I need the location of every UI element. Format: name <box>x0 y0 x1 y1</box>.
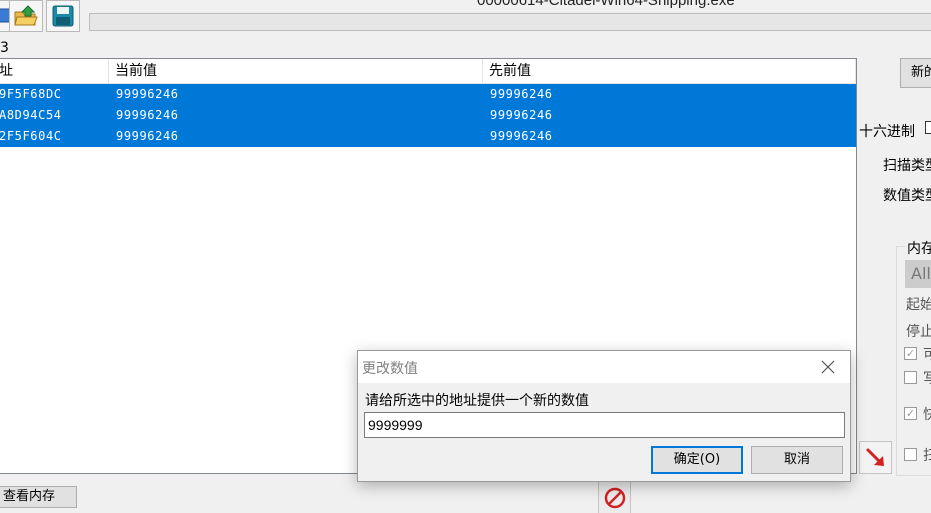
found-count: 3 <box>0 40 9 56</box>
writable-checkbox[interactable]: ✓ <box>904 347 917 360</box>
fast-scan-checkbox[interactable]: ✓ <box>904 407 917 420</box>
view-memory-button[interactable]: 查看内存 <box>0 486 77 508</box>
new-value-input[interactable] <box>364 412 845 438</box>
save-button[interactable] <box>46 0 80 32</box>
cancel-button[interactable]: 取消 <box>751 446 843 474</box>
fast-scan-label: 快 <box>923 407 931 423</box>
hex-label: 十六进制 <box>859 124 915 140</box>
value-type-label: 数值类型 <box>883 188 931 204</box>
pause-scan-label: 扫 <box>923 448 931 464</box>
stop-address-label: 停止 <box>906 324 931 340</box>
row-previous-value: 99996246 <box>490 129 553 143</box>
row-address: A8D94C54 <box>0 108 62 122</box>
copy-on-write-label: 写 <box>923 371 931 387</box>
memory-region-select[interactable]: All <box>905 260 931 288</box>
table-row[interactable]: 2F5F604C 99996246 99996246 <box>0 126 856 147</box>
open-folder-icon <box>14 5 38 26</box>
row-previous-value: 99996246 <box>490 108 553 122</box>
save-icon <box>52 5 74 27</box>
change-value-dialog: 更改数值 请给所选中的地址提供一个新的数值 确定(O) 取消 <box>357 350 851 482</box>
dialog-close-button[interactable] <box>816 355 840 379</box>
no-entry-icon <box>604 487 625 508</box>
dialog-prompt: 请给所选中的地址提供一个新的数值 <box>365 393 589 409</box>
column-current-value[interactable]: 当前值 <box>109 59 483 83</box>
writable-label: 可 <box>923 347 931 363</box>
pause-scan-checkbox[interactable] <box>904 448 917 461</box>
row-current-value: 99996246 <box>116 108 179 122</box>
clear-list-button[interactable] <box>598 481 631 513</box>
dialog-title: 更改数值 <box>362 361 418 377</box>
cheat-engine-window: 00000614-Citadel-Win64-Shipping.exe 3 址 … <box>0 0 931 513</box>
scan-type-label: 扫描类型 <box>883 158 931 174</box>
red-arrow-down-right-icon <box>866 448 884 466</box>
new-scan-button[interactable]: 新的 <box>900 58 931 88</box>
row-current-value: 99996246 <box>116 87 179 101</box>
row-current-value: 99996246 <box>116 129 179 143</box>
row-address: 9F5F68DC <box>0 87 62 101</box>
table-row[interactable]: A8D94C54 99996246 99996246 <box>0 105 856 126</box>
start-address-label: 起始 <box>906 297 931 313</box>
add-to-list-button[interactable] <box>859 441 892 474</box>
row-address: 2F5F604C <box>0 129 62 143</box>
list-header: 址 当前值 先前值 <box>0 59 856 84</box>
close-icon <box>821 360 835 374</box>
ok-button[interactable]: 确定(O) <box>651 446 743 474</box>
memory-group-label: 内存 <box>906 238 931 258</box>
open-file-button[interactable] <box>9 0 43 32</box>
column-previous-value[interactable]: 先前值 <box>483 59 856 83</box>
column-address[interactable]: 址 <box>0 59 109 83</box>
scan-progress-bar <box>89 13 931 31</box>
copy-on-write-checkbox[interactable] <box>904 371 917 384</box>
hex-checkbox[interactable] <box>925 121 931 134</box>
table-row[interactable]: 9F5F68DC 99996246 99996246 <box>0 84 856 105</box>
dialog-titlebar[interactable]: 更改数值 <box>358 351 850 383</box>
row-previous-value: 99996246 <box>490 87 553 101</box>
process-title: 00000614-Citadel-Win64-Shipping.exe <box>477 0 735 9</box>
